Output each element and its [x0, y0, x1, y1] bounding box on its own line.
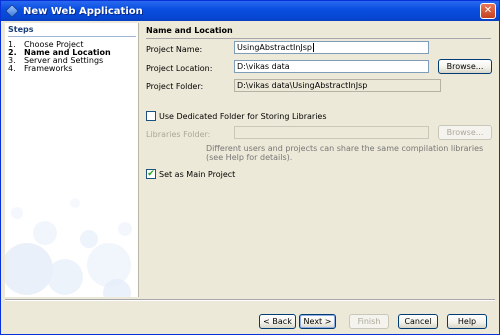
project-name-value: UsingAbstractInJsp: [237, 43, 313, 52]
section-title: Name and Location: [146, 25, 491, 39]
project-location-label: Project Location:: [146, 64, 213, 73]
step-frameworks: 4. Frameworks: [8, 65, 111, 73]
dialog-content: Steps 1. Choose Project 2. Name and Locati…: [5, 23, 495, 297]
libraries-folder-browse-button[interactable]: Browse...: [438, 125, 492, 140]
steps-header: Steps: [8, 23, 136, 37]
dedicated-folder-label[interactable]: Use Dedicated Folder for Storing Librari…: [159, 112, 327, 121]
steps-panel: Steps 1. Choose Project 2. Name and Locati…: [5, 23, 139, 297]
finish-button[interactable]: Finish: [349, 314, 389, 329]
project-name-label: Project Name:: [146, 45, 203, 54]
title-bar[interactable]: New Web Application ✕: [1, 1, 499, 21]
project-location-field[interactable]: D:\vikas data: [234, 60, 429, 73]
main-project-checkbox[interactable]: ✔: [146, 169, 156, 179]
project-folder-field[interactable]: D:\vikas data\UsingAbstractInJsp: [234, 79, 441, 92]
step-number: 4.: [8, 64, 16, 73]
libraries-folder-field[interactable]: [234, 126, 429, 139]
libraries-folder-label: Libraries Folder:: [146, 130, 211, 139]
cancel-button[interactable]: Cancel: [398, 314, 438, 329]
dialog-window: New Web Application ✕ Steps 1. Choose Pro…: [0, 0, 500, 335]
window-title: New Web Application: [23, 5, 143, 17]
back-button[interactable]: < Back: [259, 314, 296, 329]
help-button[interactable]: Help: [447, 314, 487, 329]
libraries-hint-line-1: Different users and projects can share t…: [206, 144, 484, 153]
main-panel: Name and Location Project Name: UsingAbs…: [142, 23, 495, 297]
dedicated-folder-checkbox[interactable]: [146, 111, 156, 121]
close-button[interactable]: ✕: [480, 3, 496, 19]
footer-separator: [5, 299, 495, 301]
text-caret: [313, 43, 315, 52]
steps-list: 1. Choose Project 2. Name and Location 3. S…: [8, 41, 111, 73]
step-label: Frameworks: [24, 64, 73, 73]
libraries-hint-line-2: (see Help for details).: [206, 153, 293, 162]
project-location-browse-button[interactable]: Browse...: [438, 59, 492, 74]
app-icon: [5, 4, 19, 18]
project-folder-label: Project Folder:: [146, 82, 204, 91]
next-button[interactable]: Next >: [299, 314, 336, 329]
decorative-bubbles-graphic: [5, 198, 132, 297]
project-name-field[interactable]: UsingAbstractInJsp: [234, 41, 429, 54]
main-project-label[interactable]: Set as Main Project: [159, 170, 235, 179]
